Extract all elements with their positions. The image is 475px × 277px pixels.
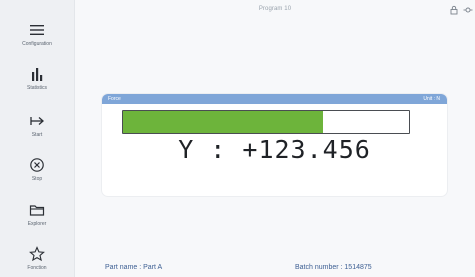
main-panel: Force Unit : N Y : +123.456 Part name : …	[75, 22, 475, 277]
folder-icon	[29, 202, 45, 218]
star-icon	[29, 246, 45, 262]
sidebar-item-label: Start	[31, 132, 43, 138]
gauge-card-header: Force Unit : N	[102, 94, 447, 104]
start-arrow-icon	[29, 113, 45, 129]
stop-circle-icon	[29, 157, 45, 173]
sidebar-item-start[interactable]: Start	[0, 113, 74, 138]
sidebar-item-label: Statistics	[26, 85, 47, 91]
lock-icon[interactable]	[449, 5, 459, 15]
sidebar-item-label: Explorer	[27, 221, 47, 227]
sidebar-item-label: Fonction	[27, 265, 47, 271]
sidebar: Configuration Statistics Start Stop Expl…	[0, 0, 75, 277]
top-bar: Program 10	[75, 0, 475, 22]
gauge-title: Force	[108, 96, 121, 102]
sidebar-item-configuration[interactable]: Configuration	[0, 22, 74, 47]
connection-icon[interactable]	[463, 5, 473, 15]
gauge-card: Force Unit : N Y : +123.456	[102, 94, 447, 196]
part-name: Part name : Part A	[105, 264, 163, 271]
batch-number: Batch number : 1514875	[295, 264, 372, 271]
sidebar-item-statistics[interactable]: Statistics	[0, 66, 74, 91]
progress-bar-fill	[123, 111, 324, 133]
gauge-unit: Unit : N	[423, 96, 440, 102]
sidebar-item-fonction[interactable]: Fonction	[0, 246, 74, 271]
sidebar-item-label: Configuration	[22, 41, 52, 47]
sidebar-item-explorer[interactable]: Explorer	[0, 202, 74, 227]
sidebar-item-label: Stop	[31, 176, 43, 182]
menu-icon	[29, 22, 45, 38]
sidebar-item-stop[interactable]: Stop	[0, 157, 74, 182]
progress-bar	[122, 110, 410, 134]
app-screen: Configuration Statistics Start Stop Expl…	[0, 0, 475, 277]
bar-chart-icon	[29, 66, 45, 82]
page-title: Program 10	[258, 6, 292, 12]
measurement-reading: Y : +123.456	[178, 135, 371, 164]
